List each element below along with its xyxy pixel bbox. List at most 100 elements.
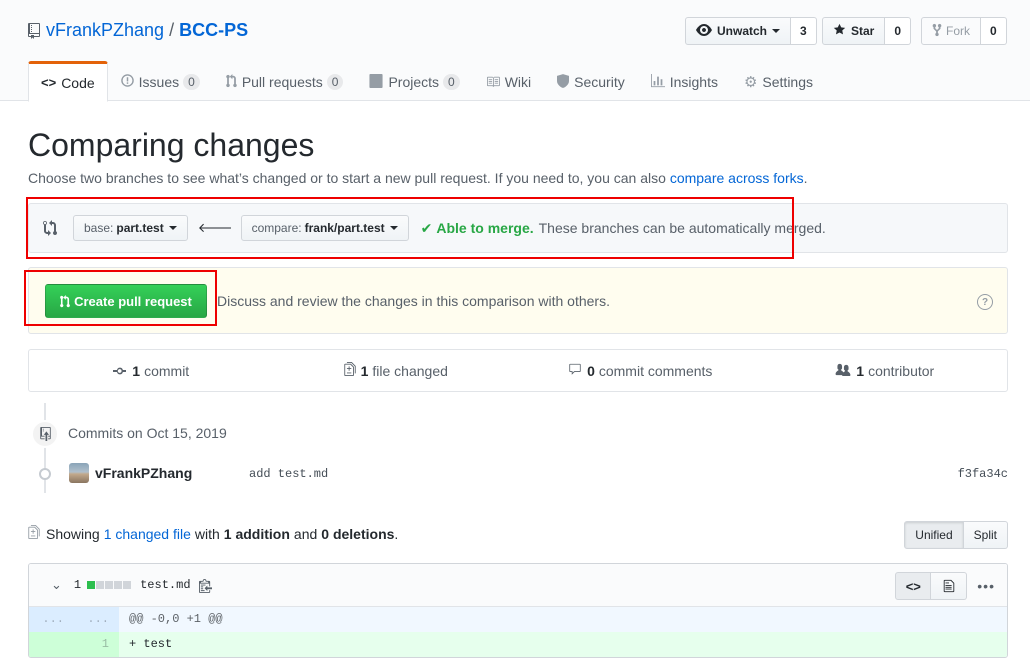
star-label: Star [851, 24, 875, 38]
summary-contributors[interactable]: 1 contributor [763, 350, 1008, 391]
forks-count[interactable]: 0 [981, 17, 1007, 45]
merge-status-label: Able to merge. [436, 220, 534, 236]
split-view-button[interactable]: Split [963, 521, 1008, 549]
stars-count[interactable]: 0 [885, 17, 912, 45]
page-description-text: Choose two branches to see what’s change… [28, 170, 666, 186]
fork-button[interactable]: Fork [921, 17, 981, 45]
kebab-horizontal-icon[interactable]: ••• [977, 578, 995, 594]
code-view-button[interactable]: <> [895, 572, 932, 600]
tab-settings-label: Settings [762, 74, 814, 90]
deletions-count: 0 deletions [321, 525, 395, 542]
clippy-icon[interactable] [198, 578, 212, 593]
question-icon[interactable]: ? [977, 294, 993, 310]
toc-and: and [293, 525, 318, 542]
diffstat: 1 [74, 578, 132, 592]
tab-projects[interactable]: Projects 0 [356, 61, 472, 101]
tab-pull-requests[interactable]: Pull requests 0 [213, 61, 357, 101]
gear-icon: ⚙ [743, 74, 758, 91]
diffstat-block-added [87, 581, 96, 589]
diffstat-count: 1 [73, 578, 82, 592]
commit-group-title: Commits on Oct 15, 2019 [68, 425, 227, 441]
watchers-count[interactable]: 3 [791, 17, 817, 45]
avatar[interactable] [69, 463, 89, 483]
tab-issues-label: Issues [138, 74, 180, 90]
repo-push-icon [31, 420, 59, 448]
chevron-down-icon [389, 226, 398, 230]
arrow-left-icon: 🡐 [197, 220, 233, 235]
watch-group: Unwatch 3 [685, 17, 817, 45]
chevron-down-icon[interactable]: ⌄ [51, 577, 62, 593]
code-icon: <> [905, 578, 921, 594]
file-diff-icon [28, 525, 40, 542]
page-description: Choose two branches to see what’s change… [28, 170, 808, 186]
compare-branch-select[interactable]: compare: frank/part.test [240, 215, 409, 241]
comments-label: commit comments [598, 362, 713, 379]
git-compare-icon [43, 220, 57, 236]
tab-wiki[interactable]: Wiki [473, 61, 544, 101]
compare-prefix: compare: [251, 221, 302, 235]
toc-with: with [194, 525, 220, 542]
repo-nav: <> Code Issues 0 Pull requests 0 Project… [28, 61, 826, 102]
unwatch-label: Unwatch [717, 24, 768, 38]
create-pull-request-label: Create pull request [74, 293, 192, 309]
old-line-number[interactable] [29, 632, 74, 657]
merge-status-detail: These branches can be automatically merg… [538, 220, 826, 236]
changed-files-link[interactable]: 1 changed file [104, 526, 191, 542]
summary-commits[interactable]: 1 commit [29, 350, 274, 391]
repo-title: vFrankPZhang / BCC-PS [28, 20, 248, 41]
tab-security[interactable]: Security [544, 61, 638, 101]
added-line-code: + test [119, 632, 1007, 657]
hunk-expand-left[interactable]: ... [29, 607, 74, 632]
tab-insights[interactable]: Insights [638, 61, 731, 101]
commit-message-link[interactable]: add test.md [249, 467, 328, 481]
summary-files[interactable]: 1 file changed [274, 350, 519, 391]
diffstat-block-neutral [105, 581, 114, 589]
tab-security-label: Security [574, 74, 625, 90]
merge-status: ✔ Able to merge. These branches can be a… [421, 220, 826, 237]
project-icon [369, 73, 383, 91]
chevron-down-icon [168, 226, 177, 230]
overall-summary: 1 commit 1 file changed 0 commit comment… [28, 349, 1008, 392]
tab-code[interactable]: <> Code [28, 61, 108, 102]
tab-settings[interactable]: ⚙ Settings [731, 61, 826, 101]
base-prefix: base: [84, 221, 114, 235]
diffstat-block-neutral [123, 581, 132, 589]
fork-label: Fork [946, 24, 970, 38]
repo-owner-link[interactable]: vFrankPZhang [46, 20, 164, 41]
commits-label: commit [144, 362, 190, 379]
hunk-expand-right[interactable]: ... [74, 607, 119, 632]
compare-across-forks-link[interactable]: compare across forks [670, 170, 804, 186]
files-label: file changed [372, 362, 448, 379]
new-line-number[interactable]: 1 [74, 632, 119, 657]
additions-count: 1 addition [223, 525, 290, 542]
diffstat-block-neutral [114, 581, 123, 589]
git-pull-request-icon [60, 294, 70, 308]
rich-view-button[interactable] [931, 572, 968, 600]
commit-sha-link[interactable]: f3fa34c [958, 467, 1008, 481]
files-count: 1 [360, 362, 369, 379]
file-diff: ⌄ 1 test.md <> ••• ... ... @@ -0,0 +1 @@… [28, 563, 1008, 658]
chevron-down-icon [772, 29, 781, 33]
base-branch-select[interactable]: base: part.test [73, 215, 188, 241]
range-editor: base: part.test 🡐 compare: frank/part.te… [28, 203, 1008, 253]
compare-pr-description: Discuss and review the changes in this c… [217, 293, 610, 309]
issues-counter: 0 [183, 74, 200, 90]
summary-comments[interactable]: 0 commit comments [518, 350, 763, 391]
file-diff-icon [343, 362, 356, 379]
file-name-link[interactable]: test.md [140, 578, 190, 592]
eye-icon [696, 23, 712, 39]
star-button[interactable]: Star [822, 17, 886, 45]
create-pull-request-button[interactable]: Create pull request [45, 284, 207, 318]
commit-author-link[interactable]: vFrankPZhang [95, 465, 192, 481]
compare-branch-name: frank/part.test [304, 221, 385, 235]
hunk-header: @@ -0,0 +1 @@ [119, 607, 1007, 632]
git-commit-icon [112, 363, 127, 379]
repo-header: vFrankPZhang / BCC-PS Unwatch 3 Star 0 F… [0, 0, 1030, 102]
star-group: Star 0 [822, 17, 912, 45]
page-title: Comparing changes [28, 127, 315, 163]
diffstat-block-neutral [96, 581, 105, 589]
tab-issues[interactable]: Issues 0 [108, 61, 213, 101]
unified-view-button[interactable]: Unified [904, 521, 964, 549]
repo-name-link[interactable]: BCC-PS [179, 20, 248, 41]
unwatch-button[interactable]: Unwatch [685, 17, 792, 45]
